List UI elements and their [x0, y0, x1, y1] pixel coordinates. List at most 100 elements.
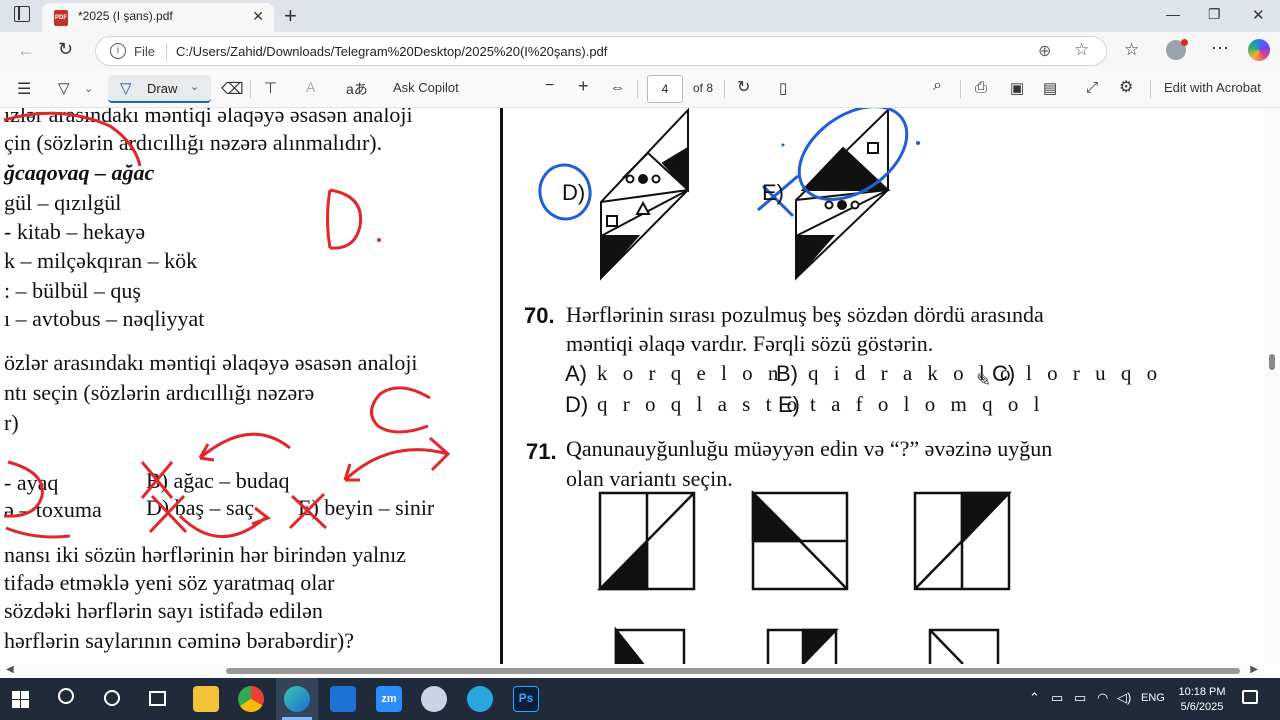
more-icon[interactable]: ⋯: [1211, 38, 1229, 59]
windows-start-icon[interactable]: [12, 691, 30, 709]
pdf-file-icon: PDF: [54, 10, 68, 26]
search-taskbar-icon[interactable]: [58, 688, 74, 704]
file-explorer-icon[interactable]: [193, 686, 219, 712]
address-bar[interactable]: i File C:/Users/Zahid/Downloads/Telegram…: [95, 36, 1107, 66]
option-d-text: q r o q l a s t o: [597, 392, 803, 416]
edge-icon[interactable]: [284, 686, 310, 712]
language-indicator[interactable]: ENG: [1141, 692, 1165, 704]
page-number-input[interactable]: 4: [647, 75, 683, 103]
info-icon[interactable]: i: [110, 43, 126, 59]
toolbar-divider: [250, 80, 251, 98]
figure-d-label: D): [562, 180, 586, 205]
read-aloud-icon[interactable]: aあ: [346, 79, 368, 99]
meet-now-icon[interactable]: ▭: [1051, 690, 1063, 706]
page-view-icon[interactable]: ▯: [779, 79, 787, 97]
chevron-down-icon[interactable]: ⌄: [190, 80, 199, 93]
back-icon[interactable]: ←: [17, 40, 35, 61]
minimize-button[interactable]: —: [1166, 6, 1180, 22]
highlight-icon[interactable]: ▽: [58, 79, 70, 97]
zoom-app-icon[interactable]: zm: [376, 686, 402, 712]
question-70-text: məntiqi əlaqə vardır. Fərqli sözü göstər…: [566, 331, 934, 356]
new-tab-button[interactable]: +: [284, 3, 297, 29]
question-71-text: Qanunauyğunluğu müəyyən edin və “?” əvəz…: [566, 436, 1053, 461]
task-view-icon[interactable]: [149, 691, 166, 706]
figure-area: [538, 108, 1012, 664]
option-c-text: l o r u q o: [1026, 361, 1163, 385]
figure-d: [600, 108, 689, 281]
q71-figure-row-2: [614, 626, 1000, 664]
favorite-icon[interactable]: ☆: [1074, 40, 1089, 60]
option-c-label: C): [992, 361, 1016, 386]
notifications-icon[interactable]: [1242, 690, 1258, 704]
battery-icon[interactable]: ▭: [1074, 690, 1086, 706]
tray-chevron-icon[interactable]: ⌃: [1029, 690, 1040, 706]
title-bar: PDF *2025 (I şans).pdf ✕ + — ❐ ✕: [0, 0, 1280, 32]
photoshop-icon[interactable]: Ps: [513, 686, 539, 712]
paint-icon[interactable]: [421, 686, 447, 712]
option-d-label: D): [565, 392, 589, 417]
contents-icon[interactable]: ☰: [17, 79, 31, 99]
save-as-icon[interactable]: ▤: [1043, 79, 1057, 97]
chrome-icon[interactable]: [238, 686, 264, 712]
omnibox-divider: [166, 43, 167, 60]
fit-page-icon[interactable]: ⇔: [610, 79, 625, 96]
print-icon[interactable]: ⎙: [975, 79, 987, 96]
pdf-toolbar: ☰ ▽ ⌄ ▽ Draw ⌄ ⌫ ⊤ A aあ Ask Copilot − + …: [0, 70, 1280, 108]
horizontal-scroll-thumb[interactable]: [226, 668, 1240, 674]
rotate-icon[interactable]: ↻: [737, 77, 750, 97]
cortana-icon[interactable]: [104, 690, 120, 706]
save-icon[interactable]: ▣: [1010, 79, 1024, 97]
question-71-number: 71.: [526, 439, 557, 464]
profile-icon[interactable]: [1166, 39, 1188, 60]
text-icon[interactable]: ⊤: [264, 79, 277, 97]
clock[interactable]: 10:18 PM 5/6/2025: [1168, 685, 1236, 715]
ink-annotations-left: [3, 111, 451, 539]
text-size-icon[interactable]: A: [306, 79, 315, 95]
zoom-out-button[interactable]: −: [545, 77, 554, 95]
browser-tab[interactable]: PDF *2025 (I şans).pdf ✕: [42, 3, 274, 32]
figure-e-label: E): [762, 180, 784, 205]
question-70-number: 70.: [524, 303, 555, 328]
option-a-label: A): [565, 361, 587, 386]
refresh-icon[interactable]: ↻: [58, 39, 73, 60]
zoom-in-button[interactable]: +: [578, 76, 589, 97]
toolbar-divider: [960, 80, 961, 98]
close-window-button[interactable]: ✕: [1252, 6, 1265, 24]
store-icon[interactable]: [330, 686, 356, 712]
scroll-right-icon[interactable]: ▶: [1250, 664, 1258, 675]
page-total: of 8: [693, 81, 714, 95]
ask-copilot-button[interactable]: Ask Copilot: [393, 80, 459, 95]
settings-icon[interactable]: ⚙: [1119, 77, 1133, 97]
pdf-viewport[interactable]: ızlər arasındakı məntiqi əlaqəyə əsasən …: [0, 108, 1264, 664]
draw-button[interactable]: ▽ Draw ⌄: [108, 75, 211, 103]
horizontal-scrollbar[interactable]: ◀ ▶: [0, 664, 1264, 678]
left-page: ızlər arasındakı məntiqi əlaqəyə əsasən …: [0, 108, 500, 664]
vertical-scrollbar[interactable]: [1264, 108, 1280, 664]
option-e-text: t a f o l o m q o l: [810, 392, 1045, 416]
copilot-icon[interactable]: [1248, 39, 1270, 61]
volume-icon[interactable]: ◁): [1117, 690, 1131, 706]
url-text[interactable]: C:/Users/Zahid/Downloads/Telegram%20Desk…: [176, 44, 607, 59]
file-label: File: [134, 44, 155, 59]
favorites-list-icon[interactable]: ☆: [1124, 40, 1139, 60]
scroll-left-icon[interactable]: ◀: [6, 664, 14, 675]
sidebar-toggle-icon[interactable]: [14, 6, 30, 22]
question-71-text: olan variantı seçin.: [566, 466, 733, 491]
fullscreen-icon[interactable]: ⤢: [1086, 79, 1098, 96]
maximize-button[interactable]: ❐: [1208, 6, 1221, 23]
search-icon[interactable]: ⌕: [933, 77, 942, 95]
clock-date: 5/6/2025: [1180, 701, 1224, 713]
tab-close-icon[interactable]: ✕: [252, 8, 264, 25]
eraser-icon[interactable]: ⌫: [221, 79, 244, 99]
toolbar-divider: [1150, 80, 1151, 98]
edit-with-acrobat-button[interactable]: Edit with Acrobat: [1164, 80, 1261, 95]
q71-figure-row-1: [596, 489, 1012, 591]
vertical-scroll-thumb[interactable]: [1269, 354, 1275, 370]
pen-cursor-icon: ✎: [976, 370, 992, 390]
toolbar-divider: [724, 80, 725, 98]
highlight-chevron-icon[interactable]: ⌄: [84, 82, 93, 95]
telegram-icon[interactable]: [467, 686, 493, 712]
zoom-icon[interactable]: ⊕: [1038, 41, 1051, 61]
toolbar-divider: [637, 80, 638, 98]
wifi-icon[interactable]: ◠: [1097, 690, 1108, 706]
